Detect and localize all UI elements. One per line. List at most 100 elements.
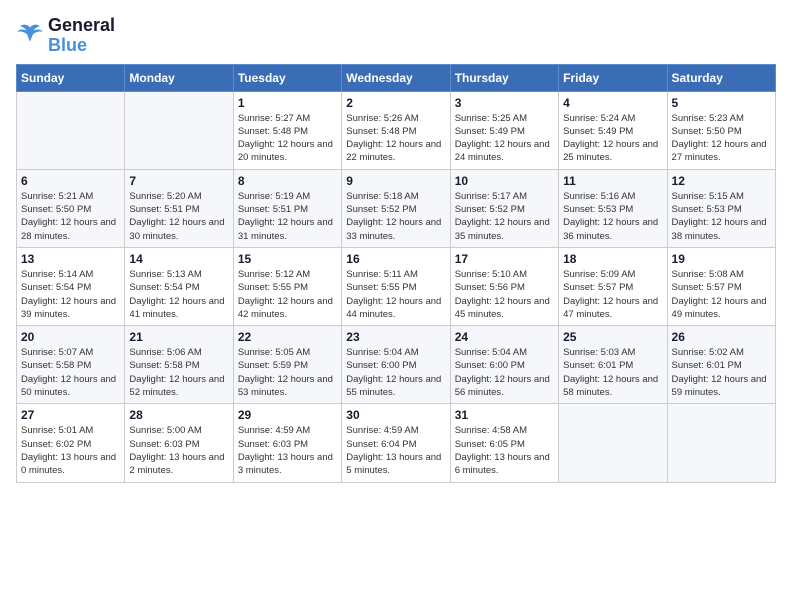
- day-info: Sunrise: 5:08 AM Sunset: 5:57 PM Dayligh…: [672, 268, 771, 321]
- calendar-cell: 1 Sunrise: 5:27 AM Sunset: 5:48 PM Daylig…: [233, 91, 341, 169]
- calendar-body: 1 Sunrise: 5:27 AM Sunset: 5:48 PM Daylig…: [17, 91, 776, 482]
- calendar-cell: 8Sunrise: 5:19 AM Sunset: 5:51 PM Daylig…: [233, 169, 341, 247]
- header-day-tuesday: Tuesday: [233, 64, 341, 91]
- day-info: Sunrise: 5:21 AM Sunset: 5:50 PM Dayligh…: [21, 190, 120, 243]
- header-day-saturday: Saturday: [667, 64, 775, 91]
- day-info: Sunrise: 5:16 AM Sunset: 5:53 PM Dayligh…: [563, 190, 662, 243]
- day-info: Sunrise: 5:06 AM Sunset: 5:58 PM Dayligh…: [129, 346, 228, 399]
- day-number: 12: [672, 174, 771, 188]
- day-info: Sunrise: 5:14 AM Sunset: 5:54 PM Dayligh…: [21, 268, 120, 321]
- calendar-cell: 4 Sunrise: 5:24 AM Sunset: 5:49 PM Daylig…: [559, 91, 667, 169]
- calendar-cell: 22 Sunrise: 5:05 AM Sunset: 5:59 PM Dayli…: [233, 326, 341, 404]
- header-day-thursday: Thursday: [450, 64, 558, 91]
- calendar-cell: 6Sunrise: 5:21 AM Sunset: 5:50 PM Daylig…: [17, 169, 125, 247]
- logo-text: General Blue: [48, 16, 115, 56]
- day-info: Sunrise: 5:19 AM Sunset: 5:51 PM Dayligh…: [238, 190, 337, 243]
- header: General Blue: [16, 16, 776, 56]
- day-number: 28: [129, 408, 228, 422]
- calendar-cell: 28 Sunrise: 5:00 AM Sunset: 6:03 PM Dayli…: [125, 404, 233, 482]
- day-number: 25: [563, 330, 662, 344]
- calendar-cell: 2 Sunrise: 5:26 AM Sunset: 5:48 PM Daylig…: [342, 91, 450, 169]
- day-number: 14: [129, 252, 228, 266]
- day-info: Sunrise: 5:20 AM Sunset: 5:51 PM Dayligh…: [129, 190, 228, 243]
- day-number: 31: [455, 408, 554, 422]
- calendar-cell: 26 Sunrise: 5:02 AM Sunset: 6:01 PM Dayli…: [667, 326, 775, 404]
- header-day-sunday: Sunday: [17, 64, 125, 91]
- day-number: 11: [563, 174, 662, 188]
- day-number: 10: [455, 174, 554, 188]
- header-day-wednesday: Wednesday: [342, 64, 450, 91]
- calendar-cell: 23 Sunrise: 5:04 AM Sunset: 6:00 PM Dayli…: [342, 326, 450, 404]
- header-day-friday: Friday: [559, 64, 667, 91]
- calendar-cell: 11 Sunrise: 5:16 AM Sunset: 5:53 PM Dayli…: [559, 169, 667, 247]
- calendar-week-5: 27Sunrise: 5:01 AM Sunset: 6:02 PM Dayli…: [17, 404, 776, 482]
- day-info: Sunrise: 5:13 AM Sunset: 5:54 PM Dayligh…: [129, 268, 228, 321]
- day-number: 29: [238, 408, 337, 422]
- day-info: Sunrise: 5:05 AM Sunset: 5:59 PM Dayligh…: [238, 346, 337, 399]
- calendar-cell: 5 Sunrise: 5:23 AM Sunset: 5:50 PM Daylig…: [667, 91, 775, 169]
- day-number: 30: [346, 408, 445, 422]
- day-number: 22: [238, 330, 337, 344]
- day-number: 21: [129, 330, 228, 344]
- day-number: 5: [672, 96, 771, 110]
- day-number: 3: [455, 96, 554, 110]
- calendar-cell: [667, 404, 775, 482]
- calendar-cell: 18 Sunrise: 5:09 AM Sunset: 5:57 PM Dayli…: [559, 247, 667, 325]
- day-number: 15: [238, 252, 337, 266]
- calendar-cell: 12 Sunrise: 5:15 AM Sunset: 5:53 PM Dayli…: [667, 169, 775, 247]
- day-info: Sunrise: 5:27 AM Sunset: 5:48 PM Dayligh…: [238, 112, 337, 165]
- day-info: Sunrise: 5:00 AM Sunset: 6:03 PM Dayligh…: [129, 424, 228, 477]
- day-number: 7: [129, 174, 228, 188]
- day-number: 1: [238, 96, 337, 110]
- calendar-table: SundayMondayTuesdayWednesdayThursdayFrid…: [16, 64, 776, 483]
- calendar-cell: 17Sunrise: 5:10 AM Sunset: 5:56 PM Dayli…: [450, 247, 558, 325]
- calendar-cell: 31Sunrise: 4:58 AM Sunset: 6:05 PM Dayli…: [450, 404, 558, 482]
- day-number: 13: [21, 252, 120, 266]
- day-number: 2: [346, 96, 445, 110]
- day-number: 23: [346, 330, 445, 344]
- calendar-cell: 21 Sunrise: 5:06 AM Sunset: 5:58 PM Dayli…: [125, 326, 233, 404]
- day-info: Sunrise: 5:24 AM Sunset: 5:49 PM Dayligh…: [563, 112, 662, 165]
- day-info: Sunrise: 5:03 AM Sunset: 6:01 PM Dayligh…: [563, 346, 662, 399]
- day-info: Sunrise: 5:12 AM Sunset: 5:55 PM Dayligh…: [238, 268, 337, 321]
- day-info: Sunrise: 5:11 AM Sunset: 5:55 PM Dayligh…: [346, 268, 445, 321]
- calendar-week-1: 1 Sunrise: 5:27 AM Sunset: 5:48 PM Daylig…: [17, 91, 776, 169]
- calendar-week-4: 20Sunrise: 5:07 AM Sunset: 5:58 PM Dayli…: [17, 326, 776, 404]
- logo: General Blue: [16, 16, 115, 56]
- day-number: 16: [346, 252, 445, 266]
- day-number: 24: [455, 330, 554, 344]
- day-number: 4: [563, 96, 662, 110]
- calendar-cell: 3 Sunrise: 5:25 AM Sunset: 5:49 PM Daylig…: [450, 91, 558, 169]
- header-day-monday: Monday: [125, 64, 233, 91]
- calendar-cell: [17, 91, 125, 169]
- calendar-cell: 10 Sunrise: 5:17 AM Sunset: 5:52 PM Dayli…: [450, 169, 558, 247]
- calendar-cell: 14 Sunrise: 5:13 AM Sunset: 5:54 PM Dayli…: [125, 247, 233, 325]
- day-number: 26: [672, 330, 771, 344]
- day-info: Sunrise: 5:09 AM Sunset: 5:57 PM Dayligh…: [563, 268, 662, 321]
- calendar-cell: 13 Sunrise: 5:14 AM Sunset: 5:54 PM Dayli…: [17, 247, 125, 325]
- calendar-cell: 29 Sunrise: 4:59 AM Sunset: 6:03 PM Dayli…: [233, 404, 341, 482]
- calendar-cell: 19Sunrise: 5:08 AM Sunset: 5:57 PM Dayli…: [667, 247, 775, 325]
- day-info: Sunrise: 5:04 AM Sunset: 6:00 PM Dayligh…: [346, 346, 445, 399]
- calendar-cell: 15 Sunrise: 5:12 AM Sunset: 5:55 PM Dayli…: [233, 247, 341, 325]
- calendar-cell: 7 Sunrise: 5:20 AM Sunset: 5:51 PM Daylig…: [125, 169, 233, 247]
- calendar-cell: 27Sunrise: 5:01 AM Sunset: 6:02 PM Dayli…: [17, 404, 125, 482]
- day-info: Sunrise: 5:18 AM Sunset: 5:52 PM Dayligh…: [346, 190, 445, 243]
- day-info: Sunrise: 5:23 AM Sunset: 5:50 PM Dayligh…: [672, 112, 771, 165]
- day-number: 27: [21, 408, 120, 422]
- calendar-week-2: 6Sunrise: 5:21 AM Sunset: 5:50 PM Daylig…: [17, 169, 776, 247]
- calendar-week-3: 13 Sunrise: 5:14 AM Sunset: 5:54 PM Dayli…: [17, 247, 776, 325]
- day-info: Sunrise: 5:02 AM Sunset: 6:01 PM Dayligh…: [672, 346, 771, 399]
- day-number: 20: [21, 330, 120, 344]
- day-number: 18: [563, 252, 662, 266]
- calendar-cell: [559, 404, 667, 482]
- day-info: Sunrise: 5:26 AM Sunset: 5:48 PM Dayligh…: [346, 112, 445, 165]
- logo-icon: [16, 22, 44, 50]
- day-info: Sunrise: 5:17 AM Sunset: 5:52 PM Dayligh…: [455, 190, 554, 243]
- day-info: Sunrise: 4:59 AM Sunset: 6:03 PM Dayligh…: [238, 424, 337, 477]
- calendar-cell: 16 Sunrise: 5:11 AM Sunset: 5:55 PM Dayli…: [342, 247, 450, 325]
- day-info: Sunrise: 5:15 AM Sunset: 5:53 PM Dayligh…: [672, 190, 771, 243]
- day-info: Sunrise: 5:25 AM Sunset: 5:49 PM Dayligh…: [455, 112, 554, 165]
- day-info: Sunrise: 5:04 AM Sunset: 6:00 PM Dayligh…: [455, 346, 554, 399]
- calendar-cell: 9Sunrise: 5:18 AM Sunset: 5:52 PM Daylig…: [342, 169, 450, 247]
